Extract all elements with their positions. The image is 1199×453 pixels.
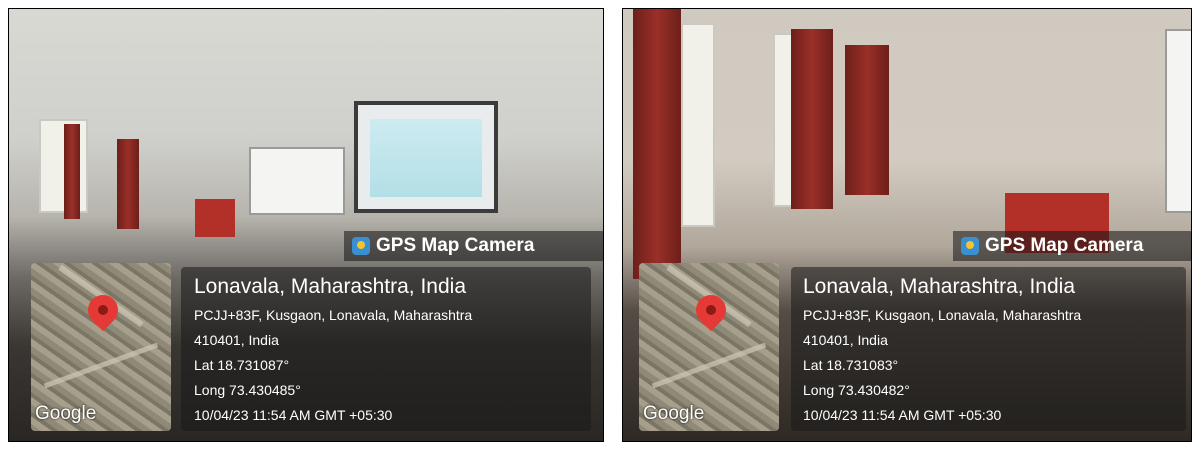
address-line-1: PCJJ+83F, Kusgaon, Lonavala, Maharashtra bbox=[803, 307, 1082, 323]
photo-right: GPS Map Camera Google Lonavala, Maharash… bbox=[622, 8, 1192, 442]
curtain bbox=[64, 124, 80, 219]
curtain bbox=[633, 9, 681, 279]
gps-map-camera-badge: GPS Map Camera bbox=[953, 231, 1191, 261]
timestamp: 10/04/23 11:54 AM GMT +05:30 bbox=[803, 407, 1002, 423]
curtain bbox=[845, 45, 889, 195]
address-line-1: PCJJ+83F, Kusgaon, Lonavala, Maharashtra bbox=[194, 307, 473, 323]
gps-map-camera-icon bbox=[961, 237, 979, 255]
curtain bbox=[791, 29, 833, 209]
whiteboard bbox=[249, 147, 345, 215]
latitude: Lat 18.731087° bbox=[194, 357, 290, 373]
gps-map-camera-badge: GPS Map Camera bbox=[344, 231, 603, 261]
map-attribution: Google bbox=[643, 403, 705, 424]
curtain bbox=[117, 139, 139, 229]
address-line-2: 410401, India bbox=[803, 332, 888, 348]
longitude: Long 73.430482° bbox=[803, 382, 910, 398]
photo-left: GPS Map Camera Google Lonavala, Maharash… bbox=[8, 8, 604, 442]
timestamp: 10/04/23 11:54 AM GMT +05:30 bbox=[194, 407, 393, 423]
location-title: Lonavala, Maharashtra, India bbox=[803, 275, 1076, 298]
map-attribution: Google bbox=[35, 403, 97, 424]
address-line-2: 410401, India bbox=[194, 332, 279, 348]
latitude: Lat 18.731083° bbox=[803, 357, 899, 373]
window bbox=[681, 23, 715, 227]
gps-map-camera-icon bbox=[352, 237, 370, 255]
app-name: GPS Map Camera bbox=[985, 235, 1144, 256]
podium bbox=[195, 199, 235, 237]
location-pin-icon bbox=[689, 288, 733, 332]
location-pin-icon bbox=[81, 288, 125, 332]
longitude: Long 73.430485° bbox=[194, 382, 301, 398]
whiteboard bbox=[1165, 29, 1191, 213]
location-title: Lonavala, Maharashtra, India bbox=[194, 275, 467, 298]
map-thumbnail: Google bbox=[639, 263, 779, 431]
app-name: GPS Map Camera bbox=[376, 235, 535, 256]
projector-screen bbox=[354, 101, 498, 213]
map-thumbnail: Google bbox=[31, 263, 171, 431]
